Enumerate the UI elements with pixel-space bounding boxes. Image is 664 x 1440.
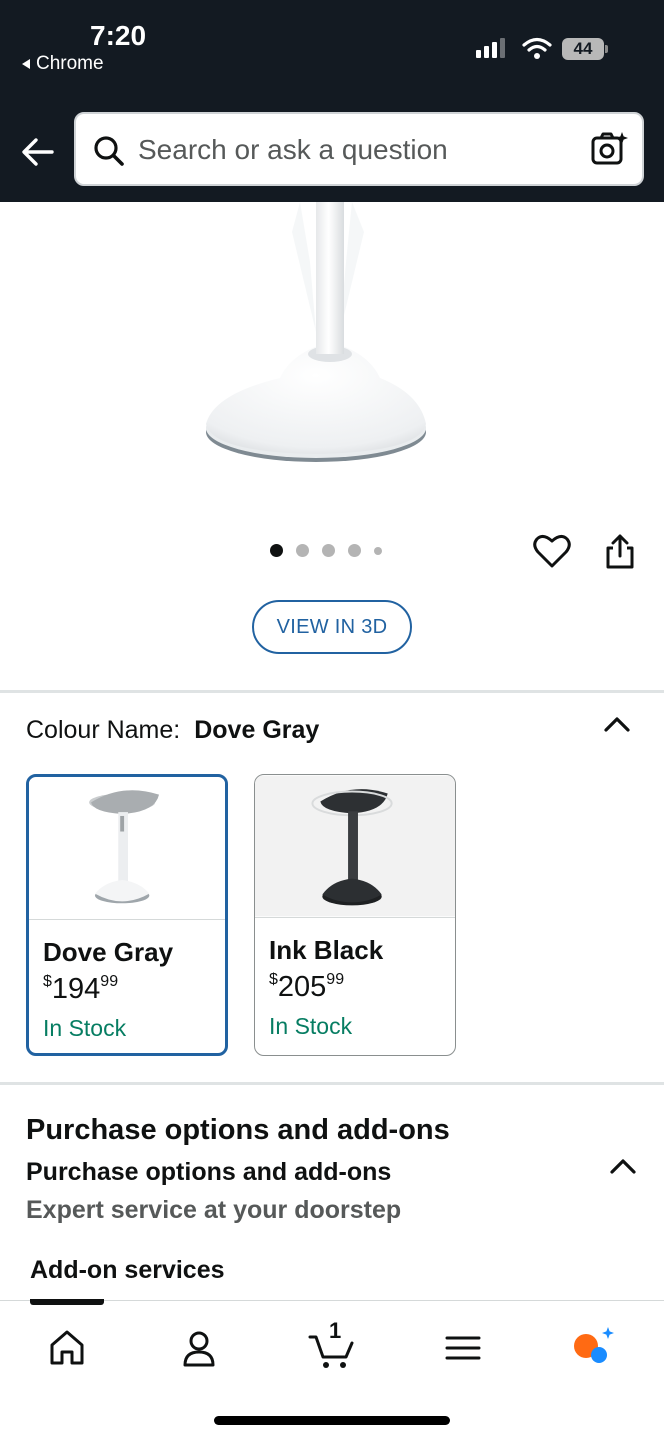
add-on-services-label: Add-on services (30, 1256, 225, 1284)
back-triangle-icon (22, 59, 30, 69)
pager-dot[interactable] (322, 544, 335, 557)
dove-gray-thumbnail (29, 779, 225, 917)
colour-name-caption: Colour Name: (26, 716, 181, 744)
search-icon (94, 136, 124, 166)
rufus-assistant-icon[interactable] (568, 1323, 618, 1373)
share-icon[interactable] (602, 532, 638, 572)
heart-icon[interactable] (532, 532, 572, 572)
cellular-signal-icon (476, 38, 505, 58)
option-stock-status: In Stock (269, 1013, 353, 1039)
battery-icon: 44 (562, 38, 608, 60)
image-pager-dots[interactable] (270, 544, 382, 557)
section-divider (0, 690, 664, 693)
colour-option-ink-black[interactable]: Ink Black $20599 In Stock (254, 774, 456, 1056)
swatch-separator (29, 919, 225, 920)
purchase-options-title: Purchase options and add-ons (26, 1114, 450, 1146)
search-input[interactable] (138, 128, 578, 172)
camera-lens-icon[interactable] (590, 130, 628, 168)
back-app-label: Chrome (36, 53, 104, 74)
home-icon[interactable] (42, 1323, 92, 1373)
search-bar[interactable] (74, 112, 644, 186)
wifi-icon (522, 37, 552, 59)
pager-dot[interactable] (270, 544, 283, 557)
selected-colour-name: Dove Gray (194, 716, 320, 744)
purchase-options-subtitle[interactable]: Purchase options and add-ons (26, 1158, 391, 1187)
pager-dot[interactable] (374, 546, 382, 555)
collapse-chevron-up-icon[interactable] (602, 714, 632, 736)
account-icon[interactable] (174, 1323, 224, 1373)
home-indicator-bar (214, 1416, 450, 1425)
active-tab-indicator (30, 1299, 104, 1305)
colour-name-label: Colour Name: Dove Gray (26, 716, 319, 745)
section-divider (0, 1082, 664, 1085)
ink-black-thumbnail (255, 775, 455, 917)
product-image[interactable] (0, 202, 664, 492)
view-in-3d-button[interactable]: VIEW IN 3D (252, 600, 412, 654)
back-to-app-link[interactable]: Chrome (22, 53, 104, 75)
pager-dot[interactable] (296, 544, 309, 557)
colour-option-dove-gray[interactable]: Dove Gray $19499 In Stock (26, 774, 228, 1056)
option-stock-status: In Stock (43, 1015, 127, 1041)
pager-dot[interactable] (348, 544, 361, 557)
top-bar: 7:20 Chrome 44 (0, 0, 664, 202)
option-name: Dove Gray (43, 937, 174, 967)
swatch-separator (255, 917, 455, 918)
status-time: 7:20 (90, 20, 147, 51)
purchase-chevron-up-icon[interactable] (608, 1156, 638, 1178)
expert-service-tagline: Expert service at your doorstep (26, 1196, 402, 1224)
cart-count-badge: 1 (329, 1318, 342, 1343)
option-name: Ink Black (269, 935, 384, 965)
option-price: $19499 (43, 973, 119, 1005)
back-arrow-icon[interactable] (18, 132, 58, 172)
menu-icon[interactable] (438, 1323, 488, 1373)
option-price: $20599 (269, 971, 345, 1003)
